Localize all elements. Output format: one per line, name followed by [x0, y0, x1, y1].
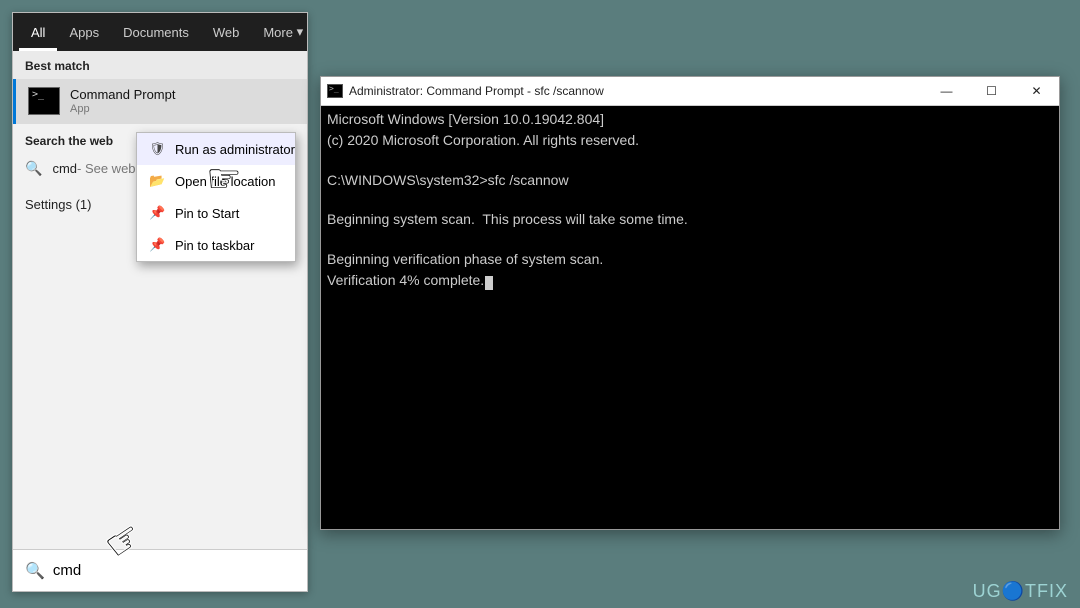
- pin-icon: 📌: [149, 205, 165, 221]
- maximize-button[interactable]: ☐: [969, 77, 1014, 106]
- search-icon: 🔍: [25, 160, 42, 177]
- ctx-label: Pin to taskbar: [175, 238, 255, 253]
- command-prompt-window: Administrator: Command Prompt - sfc /sca…: [320, 76, 1060, 530]
- web-result-prefix: cmd: [52, 161, 77, 176]
- minimize-button[interactable]: —: [924, 77, 969, 106]
- best-match-label: Best match: [13, 51, 307, 79]
- search-input[interactable]: [53, 562, 295, 579]
- terminal-output: Microsoft Windows [Version 10.0.19042.80…: [321, 106, 1059, 529]
- cursor-hand-icon: ☜: [206, 156, 242, 202]
- result-title: Command Prompt: [70, 87, 175, 103]
- tab-more[interactable]: More ▾: [251, 13, 315, 51]
- ctx-label: Run as administrator: [175, 142, 295, 157]
- tab-web[interactable]: Web: [201, 13, 252, 51]
- ctx-pin-to-taskbar[interactable]: 📌 Pin to taskbar: [137, 229, 295, 261]
- window-titlebar[interactable]: Administrator: Command Prompt - sfc /sca…: [321, 77, 1059, 106]
- tab-apps[interactable]: Apps: [57, 13, 111, 51]
- search-tabs: All Apps Documents Web More ▾: [13, 13, 307, 51]
- folder-icon: 📂: [149, 173, 165, 189]
- ctx-label: Pin to Start: [175, 206, 239, 221]
- result-subtitle: App: [70, 103, 175, 116]
- tab-all[interactable]: All: [19, 13, 57, 51]
- window-title: Administrator: Command Prompt - sfc /sca…: [349, 84, 604, 98]
- command-prompt-icon: [28, 87, 60, 115]
- result-command-prompt[interactable]: Command Prompt App: [13, 79, 307, 124]
- search-icon: 🔍: [25, 561, 45, 581]
- search-panel: All Apps Documents Web More ▾ Best match…: [12, 12, 308, 592]
- admin-shield-icon: 🛡: [149, 141, 165, 157]
- cmd-titlebar-icon: [327, 84, 343, 98]
- search-box[interactable]: 🔍: [13, 549, 307, 591]
- close-button[interactable]: ✕: [1014, 77, 1059, 106]
- chevron-down-icon: ▾: [297, 24, 304, 40]
- pin-icon: 📌: [149, 237, 165, 253]
- terminal-cursor: [485, 276, 493, 290]
- tab-documents[interactable]: Documents: [111, 13, 201, 51]
- result-text: Command Prompt App: [70, 87, 175, 116]
- watermark: UG🔵TFIX: [973, 581, 1068, 602]
